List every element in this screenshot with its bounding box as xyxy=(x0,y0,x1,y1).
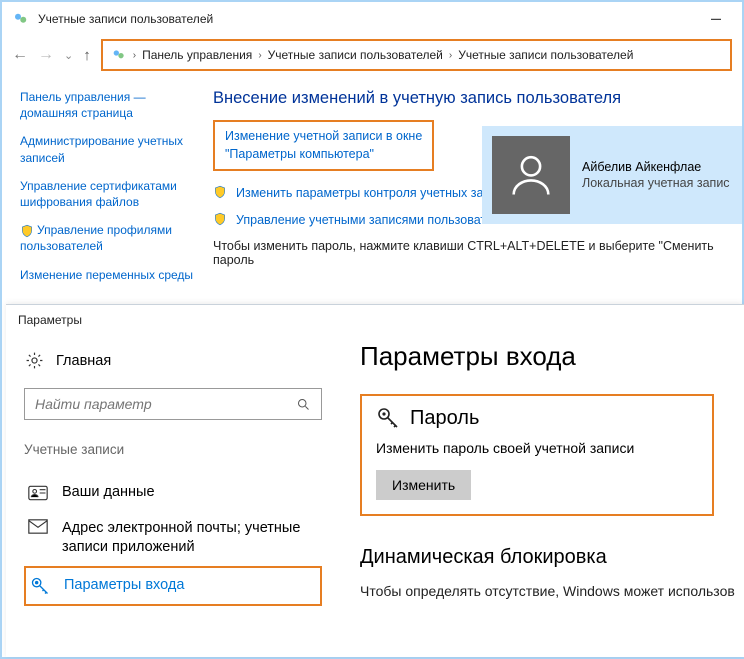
sidebar-link-home[interactable]: Панель управления — домашняя страница xyxy=(20,89,199,121)
page-heading: Параметры входа xyxy=(360,341,744,372)
forward-button[interactable]: → xyxy=(38,46,54,64)
settings-link-box[interactable]: Изменение учетной записи в окне "Парамет… xyxy=(213,120,434,171)
crumb-3[interactable]: Учетные записи пользователей xyxy=(458,48,633,62)
sidebar-link-admin[interactable]: Администрирование учетных записей xyxy=(20,133,199,165)
sidebar-link-env[interactable]: Изменение переменных среды xyxy=(20,267,199,283)
shield-icon xyxy=(20,224,34,238)
password-section: Пароль Изменить пароль своей учетной зап… xyxy=(360,394,714,516)
up-button[interactable]: ↑ xyxy=(83,47,91,64)
uac-link[interactable]: Изменить параметры контроля учетных запи… xyxy=(236,185,517,202)
nav-label: Ваши данные xyxy=(62,483,155,503)
nav-signin-options[interactable]: Параметры входа xyxy=(24,566,322,606)
chevron-icon: › xyxy=(133,50,136,61)
gear-icon xyxy=(24,351,44,370)
nav-your-info[interactable]: Ваши данные xyxy=(24,475,322,511)
search-icon xyxy=(296,397,311,412)
user-name: Айбелив Айкенфлае xyxy=(582,160,730,174)
nav-label: Параметры входа xyxy=(64,576,184,596)
shield-icon xyxy=(213,212,227,226)
back-button[interactable]: ← xyxy=(12,46,28,64)
chevron-icon: › xyxy=(449,50,452,61)
home-button[interactable]: Главная xyxy=(24,351,322,370)
manage-accounts-link[interactable]: Управление учетными записями пользовател… xyxy=(236,212,514,229)
dynamic-lock-section: Динамическая блокировка Чтобы определять… xyxy=(360,546,744,599)
nav-email[interactable]: Адрес электронной почты; учетные записи … xyxy=(24,511,322,566)
shield-icon xyxy=(213,185,227,199)
key-icon xyxy=(30,576,50,596)
settings-window: Параметры Главная Учетные записи Ваши xyxy=(6,304,744,657)
breadcrumb-icon xyxy=(111,47,127,63)
key-icon xyxy=(376,406,400,430)
search-box[interactable] xyxy=(24,388,322,420)
password-desc: Изменить пароль своей учетной записи xyxy=(376,440,698,456)
person-card-icon xyxy=(28,485,48,501)
change-password-button[interactable]: Изменить xyxy=(376,470,471,500)
settings-link[interactable]: Изменение учетной записи в окне "Парамет… xyxy=(225,128,422,163)
dynamic-lock-desc: Чтобы определять отсутствие, Windows мож… xyxy=(360,583,744,599)
settings-sidebar: Главная Учетные записи Ваши данные Адр xyxy=(6,335,336,606)
app-icon xyxy=(12,10,30,28)
crumb-2[interactable]: Учетные записи пользователей xyxy=(268,48,443,62)
mail-icon xyxy=(28,519,48,534)
password-heading: Пароль xyxy=(410,407,479,430)
chevron-icon: › xyxy=(258,50,261,61)
nav-bar: ← → ⌄ ↑ › Панель управления › Учетные за… xyxy=(2,35,742,79)
group-label: Учетные записи xyxy=(24,442,322,457)
window-title: Учетные записи пользователей xyxy=(38,12,213,26)
crumb-1[interactable]: Панель управления xyxy=(142,48,252,62)
user-tile: Айбелив Айкенфлае Локальная учетная запи… xyxy=(482,126,742,224)
user-type: Локальная учетная запис xyxy=(582,176,730,190)
control-panel-window: Учетные записи пользователей – ← → ⌄ ↑ ›… xyxy=(2,2,742,295)
sidebar-link-profiles[interactable]: Управление профилями пользователей xyxy=(2,222,199,254)
titlebar: Учетные записи пользователей – xyxy=(2,2,742,35)
dynamic-lock-heading: Динамическая блокировка xyxy=(360,546,744,569)
settings-main: Параметры входа Пароль Изменить пароль с… xyxy=(336,335,744,606)
home-label: Главная xyxy=(56,353,111,369)
history-dropdown[interactable]: ⌄ xyxy=(64,49,73,62)
search-input[interactable] xyxy=(35,396,296,412)
sidebar-link-certs[interactable]: Управление сертификатами шифрования файл… xyxy=(20,178,199,210)
main-heading: Внесение изменений в учетную запись поль… xyxy=(213,89,742,108)
nav-label: Адрес электронной почты; учетные записи … xyxy=(62,519,318,558)
breadcrumb[interactable]: › Панель управления › Учетные записи пол… xyxy=(101,39,732,71)
minimize-button[interactable]: – xyxy=(706,8,726,29)
cp-sidebar: Панель управления — домашняя страница Ад… xyxy=(2,85,207,295)
settings-title: Параметры xyxy=(6,305,744,335)
password-hint: Чтобы изменить пароль, нажмите клавиши C… xyxy=(213,239,742,267)
avatar xyxy=(492,136,570,214)
